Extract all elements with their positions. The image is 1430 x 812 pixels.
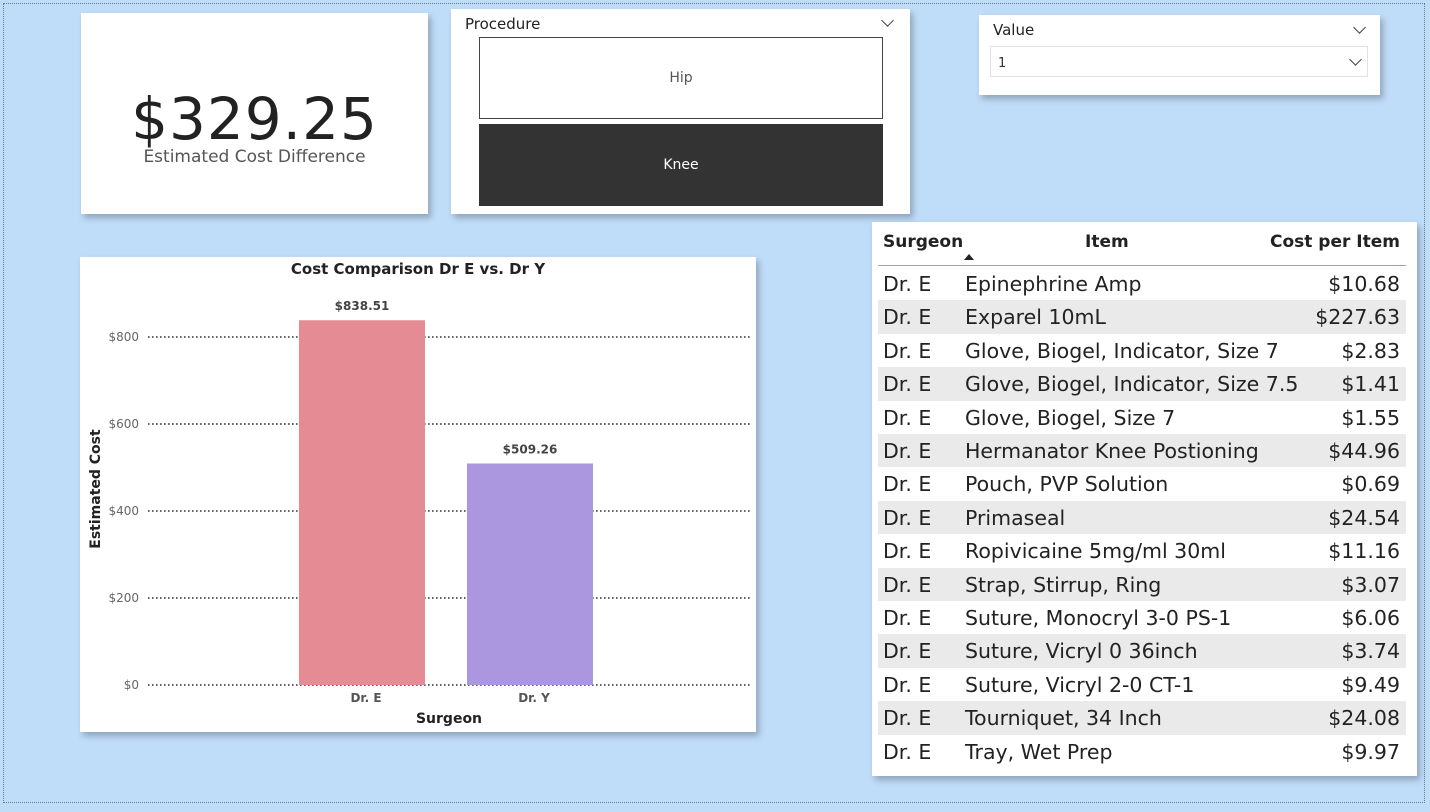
table-row[interactable]: Dr. E Glove, Biogel, Indicator, Size 7 $2.…: [878, 334, 1406, 367]
table-row[interactable]: Dr. E Primaseal $24.54: [878, 500, 1406, 535]
table-row[interactable]: Dr. E Epinephrine Amp $10.68: [878, 267, 1406, 300]
table-row[interactable]: Dr. E Suture, Vicryl 2-0 CT-1 $9.49: [878, 668, 1406, 701]
column-header-item[interactable]: Item: [1085, 232, 1129, 252]
table-row[interactable]: Dr. E Suture, Monocryl 3-0 PS-1 $6.06: [878, 601, 1406, 634]
y-axis-label: Estimated Cost: [88, 429, 104, 549]
cell-item: Ropivicaine 5mg/ml 30ml: [965, 539, 1226, 564]
cell-item: Exparel 10mL: [965, 305, 1106, 330]
cell-surgeon: Dr. E: [883, 505, 932, 530]
cell-item: Epinephrine Amp: [965, 272, 1142, 296]
cell-cost: $10.68: [1328, 272, 1400, 296]
cell-item: Strap, Stirrup, Ring: [965, 572, 1162, 597]
chevron-down-icon[interactable]: [1349, 53, 1362, 66]
table-row[interactable]: Dr. E Tray, Wet Prep $9.97: [878, 735, 1406, 768]
cell-cost: $1.55: [1341, 405, 1400, 430]
cell-cost: $24.54: [1328, 505, 1400, 530]
cell-surgeon: Dr. E: [883, 572, 932, 597]
cell-cost: $0.69: [1341, 472, 1400, 497]
cell-item: Suture, Vicryl 2-0 CT-1: [965, 672, 1195, 697]
y-tick-label: $800: [108, 330, 139, 344]
cell-cost: $6.06: [1341, 606, 1400, 630]
value-dropdown-selected: 1: [998, 56, 1007, 71]
cell-item: Glove, Biogel, Size 7: [965, 405, 1176, 430]
cell-item: Glove, Biogel, Indicator, Size 7: [965, 338, 1279, 363]
cell-item: Suture, Monocryl 3-0 PS-1: [965, 606, 1232, 630]
cell-item: Hermanator Knee Postioning: [965, 439, 1259, 463]
cell-cost: $24.08: [1328, 706, 1400, 731]
table-row[interactable]: Dr. E Suture, Vicryl 0 36inch $3.74: [878, 634, 1406, 668]
value-slicer-title: Value: [993, 21, 1035, 39]
cost-table: Surgeon Item Cost per Item Dr. E Epinephr…: [872, 222, 1417, 776]
cell-item: Tourniquet, 34 Inch: [965, 706, 1162, 731]
chevron-down-icon[interactable]: [1353, 21, 1366, 34]
table-row[interactable]: Dr. E Pouch, PVP Solution $0.69: [878, 467, 1406, 500]
cell-surgeon: Dr. E: [883, 539, 932, 564]
table-row[interactable]: Dr. E Glove, Biogel, Size 7 $1.55: [878, 401, 1406, 434]
cell-surgeon: Dr. E: [883, 405, 932, 430]
cell-cost: $1.41: [1341, 372, 1400, 397]
procedure-option-label: Knee: [663, 157, 699, 173]
procedure-option-hip[interactable]: Hip: [479, 37, 883, 119]
procedure-option-knee[interactable]: Knee: [479, 124, 883, 206]
cell-cost: $9.49: [1341, 672, 1400, 697]
cell-surgeon: Dr. E: [883, 472, 932, 497]
cell-cost: $3.74: [1341, 639, 1400, 664]
procedure-slicer: Procedure Hip Knee: [451, 9, 910, 214]
y-tick-label: $600: [108, 417, 139, 431]
y-tick-label: $0: [124, 678, 139, 692]
value-dropdown[interactable]: 1: [990, 46, 1368, 77]
table-row[interactable]: Dr. E Ropivicaine 5mg/ml 30ml $11.16: [878, 534, 1406, 567]
table-row[interactable]: Dr. E Hermanator Knee Postioning $44.96: [878, 434, 1406, 468]
cell-cost: $11.16: [1328, 539, 1400, 564]
cell-item: Primaseal: [965, 505, 1066, 530]
cell-surgeon: Dr. E: [883, 706, 932, 731]
header-divider: [878, 265, 1406, 266]
procedure-slicer-title: Procedure: [465, 15, 541, 33]
column-header-surgeon[interactable]: Surgeon: [883, 232, 963, 252]
cell-surgeon: Dr. E: [883, 338, 932, 363]
table-row[interactable]: Dr. E Strap, Stirrup, Ring $3.07: [878, 567, 1406, 601]
cell-cost: $3.07: [1341, 572, 1400, 597]
cell-item: Tray, Wet Prep: [965, 739, 1113, 764]
y-tick-label: $200: [108, 591, 139, 605]
cell-surgeon: Dr. E: [883, 739, 932, 764]
cell-surgeon: Dr. E: [883, 639, 932, 664]
cell-cost: $9.97: [1341, 739, 1400, 764]
cell-item: Pouch, PVP Solution: [965, 472, 1169, 497]
table-row[interactable]: Dr. E Tourniquet, 34 Inch $24.08: [878, 701, 1406, 735]
cell-surgeon: Dr. E: [883, 272, 932, 296]
cell-cost: $44.96: [1328, 439, 1400, 463]
table-row[interactable]: Dr. E Glove, Biogel, Indicator, Size 7.5 $…: [878, 367, 1406, 401]
chart-title: Cost Comparison Dr E vs. Dr Y: [291, 260, 546, 278]
y-tick-label: $400: [108, 504, 139, 518]
table-row[interactable]: Dr. E Exparel 10mL $227.63: [878, 300, 1406, 334]
chart-svg: Cost Comparison Dr E vs. Dr Y Estimated …: [88, 260, 752, 727]
cell-surgeon: Dr. E: [883, 305, 932, 330]
procedure-option-label: Hip: [669, 70, 693, 86]
kpi-label: Estimated Cost Difference: [143, 147, 366, 167]
x-tick-label: Dr. E: [350, 691, 381, 705]
cost-comparison-chart: Cost Comparison Dr E vs. Dr Y Estimated …: [80, 257, 756, 732]
cell-item: Suture, Vicryl 0 36inch: [965, 639, 1198, 664]
chevron-down-icon[interactable]: [881, 14, 894, 27]
bar[interactable]: [467, 463, 593, 685]
x-tick-label: Dr. Y: [518, 691, 550, 705]
bar-data-label: $838.51: [335, 299, 390, 313]
cell-surgeon: Dr. E: [883, 439, 932, 463]
bar-data-label: $509.26: [503, 442, 558, 456]
cell-surgeon: Dr. E: [883, 672, 932, 697]
cell-item: Glove, Biogel, Indicator, Size 7.5: [965, 372, 1299, 397]
kpi-card: $329.25 Estimated Cost Difference: [81, 13, 428, 214]
value-slicer: Value 1: [979, 15, 1380, 95]
cell-surgeon: Dr. E: [883, 606, 932, 630]
bar[interactable]: [299, 320, 425, 685]
cell-cost: $2.83: [1341, 338, 1400, 363]
kpi-value: $329.25: [131, 85, 378, 153]
x-axis-label: Surgeon: [416, 711, 482, 727]
column-header-cost[interactable]: Cost per Item: [1270, 232, 1400, 252]
cell-surgeon: Dr. E: [883, 372, 932, 397]
cell-cost: $227.63: [1315, 305, 1400, 330]
sort-ascending-icon[interactable]: [964, 254, 974, 260]
